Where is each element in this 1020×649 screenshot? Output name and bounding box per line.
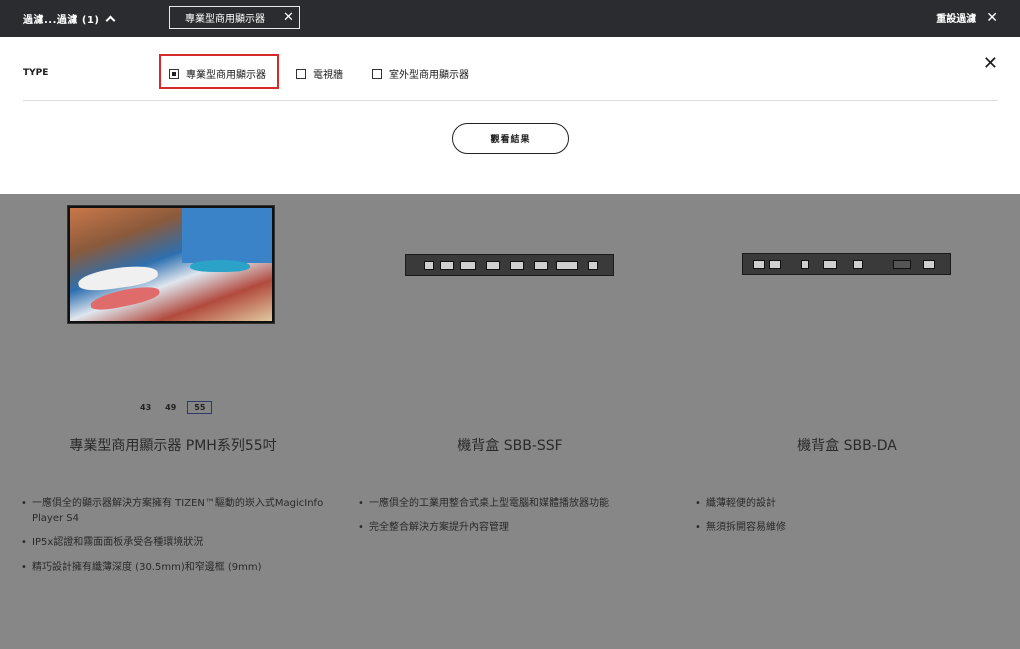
feature-item: 無須拆開容易維修 [695, 520, 996, 535]
feature-item: 一應俱全的工業用整合式桌上型電腦和媒體播放器功能 [358, 496, 669, 511]
active-filter-chip-label: 專業型商用顯示器 [185, 14, 265, 25]
product-title[interactable]: 機背盒 SBB-DA [677, 435, 1017, 455]
type-option-professional-display[interactable]: 專業型商用顯示器 [169, 66, 266, 81]
reset-filter-label: 重設過濾 [936, 14, 977, 25]
close-icon[interactable]: ✕ [983, 55, 998, 73]
size-option[interactable]: 43 [137, 402, 154, 413]
view-results-button[interactable]: 觀看結果 [452, 123, 569, 154]
checkbox[interactable] [372, 68, 382, 79]
size-selector: 43 49 55 [137, 401, 213, 414]
type-option-outdoor-display[interactable]: 室外型商用顯示器 [372, 66, 469, 81]
size-option[interactable]: 49 [162, 402, 179, 413]
feature-item: 完全整合解決方案提升內容管理 [358, 520, 669, 535]
display-screen-image [70, 208, 272, 321]
product-title[interactable]: 機背盒 SBB-SSF [340, 435, 680, 455]
size-option-selected[interactable]: 55 [187, 401, 213, 414]
chevron-up-icon [106, 15, 116, 25]
feature-item: 精巧設計擁有纖薄深度 (30.5mm)和窄邊框 (9mm) [21, 560, 332, 575]
divider [23, 100, 998, 101]
type-option-label: 專業型商用顯示器 [186, 70, 266, 81]
product-title[interactable]: 專業型商用顯示器 PMH系列55吋 [3, 435, 343, 455]
filter-panel: TYPE 專業型商用顯示器 電視牆 室外型商用顯示器 ✕ 觀看結果 [0, 37, 1020, 194]
filter-toggle-label: 過濾...過濾 (1) [23, 15, 100, 26]
product-image-sbb-da[interactable] [742, 253, 951, 275]
type-option-label: 電視牆 [313, 70, 343, 81]
close-icon[interactable]: ✕ [283, 11, 294, 24]
product-image-sbb-ssf[interactable] [405, 254, 614, 276]
filter-topbar: 過濾...過濾 (1) 專業型商用顯示器 ✕ 重設過濾 ✕ [0, 0, 1020, 37]
feature-item: 一應俱全的顯示器解決方案擁有 TIZEN™驅動的崁入式MagicInfo Pla… [21, 496, 332, 526]
active-filter-chip[interactable]: 專業型商用顯示器 ✕ [169, 6, 300, 29]
type-heading: TYPE [23, 68, 49, 78]
feature-item: 纖薄輕便的設計 [695, 496, 996, 511]
type-option-video-wall[interactable]: 電視牆 [296, 66, 343, 81]
product-image-pmh-display[interactable] [67, 205, 275, 324]
filter-toggle-button[interactable]: 過濾...過濾 (1) [23, 11, 116, 26]
close-icon[interactable]: ✕ [986, 11, 998, 25]
checkbox[interactable] [296, 68, 306, 79]
type-option-label: 室外型商用顯示器 [389, 70, 469, 81]
checkbox-checked[interactable] [169, 68, 179, 79]
feature-item: IP5x認證和霧面面板承受各種環境狀況 [21, 535, 332, 550]
reset-filter-button[interactable]: 重設過濾 ✕ [936, 10, 998, 26]
